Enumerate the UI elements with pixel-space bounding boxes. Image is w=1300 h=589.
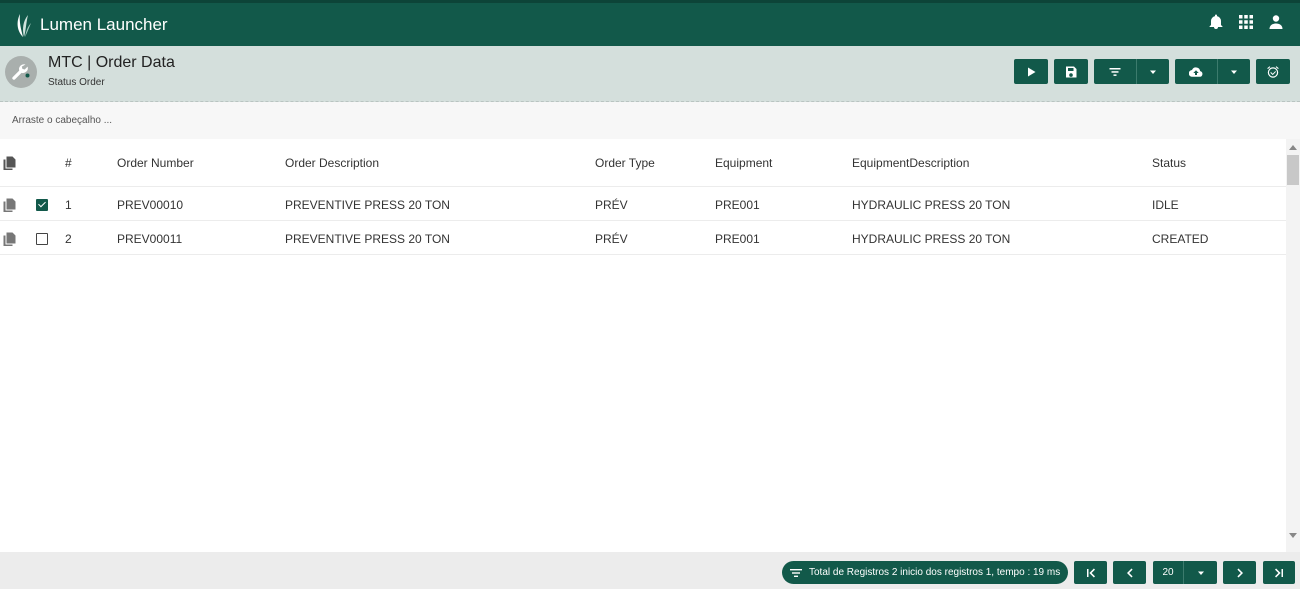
page-size-select[interactable]: 20 [1153, 561, 1183, 584]
table-row[interactable]: 1 PREV00010 PREVENTIVE PRESS 20 TON PRÉV… [0, 187, 1286, 221]
table-row[interactable]: 2 PREV00011 PREVENTIVE PRESS 20 TON PRÉV… [0, 221, 1286, 255]
column-header-status[interactable]: Status [1152, 156, 1186, 170]
cell-status: IDLE [1152, 198, 1179, 212]
cell-equipment-description: HYDRAULIC PRESS 20 TON [852, 198, 1011, 212]
row-number: 2 [65, 232, 72, 246]
chevron-down-icon [1150, 70, 1156, 74]
scroll-up-arrow-icon[interactable] [1289, 145, 1297, 150]
group-by-placeholder: Arraste o cabeçalho ... [12, 115, 113, 126]
filter-icon [790, 568, 802, 577]
records-summary-text: Total de Registros 2 inicio dos registro… [809, 567, 1061, 578]
alarm-icon [1267, 65, 1279, 78]
copy-row-icon[interactable] [3, 198, 16, 212]
toolbar [1014, 59, 1290, 84]
column-header-equipment-description[interactable]: EquipmentDescription [852, 156, 969, 170]
filter-dropdown-button[interactable] [1136, 59, 1169, 84]
chevron-down-icon [1197, 571, 1204, 575]
last-page-icon [1275, 568, 1283, 577]
cell-order-type: PRÉV [595, 198, 628, 212]
wrench-icon [12, 64, 30, 80]
first-page-icon [1086, 568, 1095, 577]
alarm-button[interactable] [1256, 59, 1290, 84]
column-header-equipment[interactable]: Equipment [715, 156, 772, 170]
run-button[interactable] [1014, 59, 1048, 84]
chevron-down-icon [1231, 70, 1237, 74]
copy-row-icon[interactable] [3, 232, 16, 246]
save-button[interactable] [1054, 59, 1088, 84]
records-summary-badge[interactable]: Total de Registros 2 inicio dos registro… [782, 561, 1068, 584]
copy-all-icon[interactable] [3, 156, 16, 170]
page-size-dropdown-button[interactable] [1183, 561, 1217, 584]
cell-status: CREATED [1152, 232, 1209, 246]
play-icon [1028, 67, 1036, 76]
avatar [5, 56, 37, 88]
checkbox-unchecked-icon [36, 233, 48, 245]
upload-button-group [1175, 59, 1250, 84]
upload-button[interactable] [1175, 59, 1217, 84]
scrollbar-thumb[interactable] [1287, 155, 1299, 185]
column-header-num[interactable]: # [65, 156, 72, 170]
chevron-left-icon [1126, 568, 1133, 577]
cell-equipment: PRE001 [715, 232, 760, 246]
row-checkbox[interactable] [36, 199, 48, 211]
row-number: 1 [65, 198, 72, 212]
cell-order-description: PREVENTIVE PRESS 20 TON [285, 232, 450, 246]
bell-icon[interactable] [1208, 14, 1224, 30]
filter-icon [1109, 67, 1121, 76]
cell-order-description: PREVENTIVE PRESS 20 TON [285, 198, 450, 212]
filter-button-group [1094, 59, 1169, 84]
row-checkbox[interactable] [36, 233, 48, 245]
grid-footer: Total de Registros 2 inicio dos registro… [0, 552, 1300, 589]
page-subtitle: Status Order [48, 77, 105, 88]
page-size-value: 20 [1162, 567, 1174, 578]
first-page-button[interactable] [1074, 561, 1107, 584]
last-page-button[interactable] [1263, 561, 1295, 584]
column-header-order-number[interactable]: Order Number [117, 156, 194, 170]
page-title: MTC | Order Data [48, 54, 175, 71]
column-header-order-description[interactable]: Order Description [285, 156, 379, 170]
app-title: Lumen Launcher [40, 14, 168, 34]
apps-grid-icon[interactable] [1238, 14, 1254, 30]
save-icon [1066, 66, 1077, 77]
next-page-button[interactable] [1223, 561, 1256, 584]
group-by-bar[interactable]: Arraste o cabeçalho ... [0, 102, 1300, 139]
upload-dropdown-button[interactable] [1217, 59, 1250, 84]
checkbox-checked-icon [36, 199, 48, 211]
cloud-upload-icon [1189, 66, 1203, 77]
cell-equipment-description: HYDRAULIC PRESS 20 TON [852, 232, 1011, 246]
previous-page-button[interactable] [1113, 561, 1146, 584]
leaf-logo-icon [17, 13, 31, 37]
user-icon[interactable] [1268, 14, 1284, 30]
filter-button[interactable] [1094, 59, 1136, 84]
app-bar: Lumen Launcher [0, 0, 1300, 46]
grid-scrollbar[interactable] [1286, 139, 1300, 552]
cell-order-number: PREV00010 [117, 198, 184, 212]
cell-order-number: PREV00011 [117, 232, 183, 246]
cell-equipment: PRE001 [715, 198, 760, 212]
cell-order-type: PRÉV [595, 232, 628, 246]
order-grid: # Order Number Order Description Order T… [0, 139, 1286, 552]
page-header: MTC | Order Data Status Order [0, 46, 1300, 102]
column-header-order-type[interactable]: Order Type [595, 156, 655, 170]
grid-header-row: # Order Number Order Description Order T… [0, 139, 1286, 187]
scroll-down-arrow-icon[interactable] [1289, 533, 1297, 538]
chevron-right-icon [1236, 568, 1243, 577]
